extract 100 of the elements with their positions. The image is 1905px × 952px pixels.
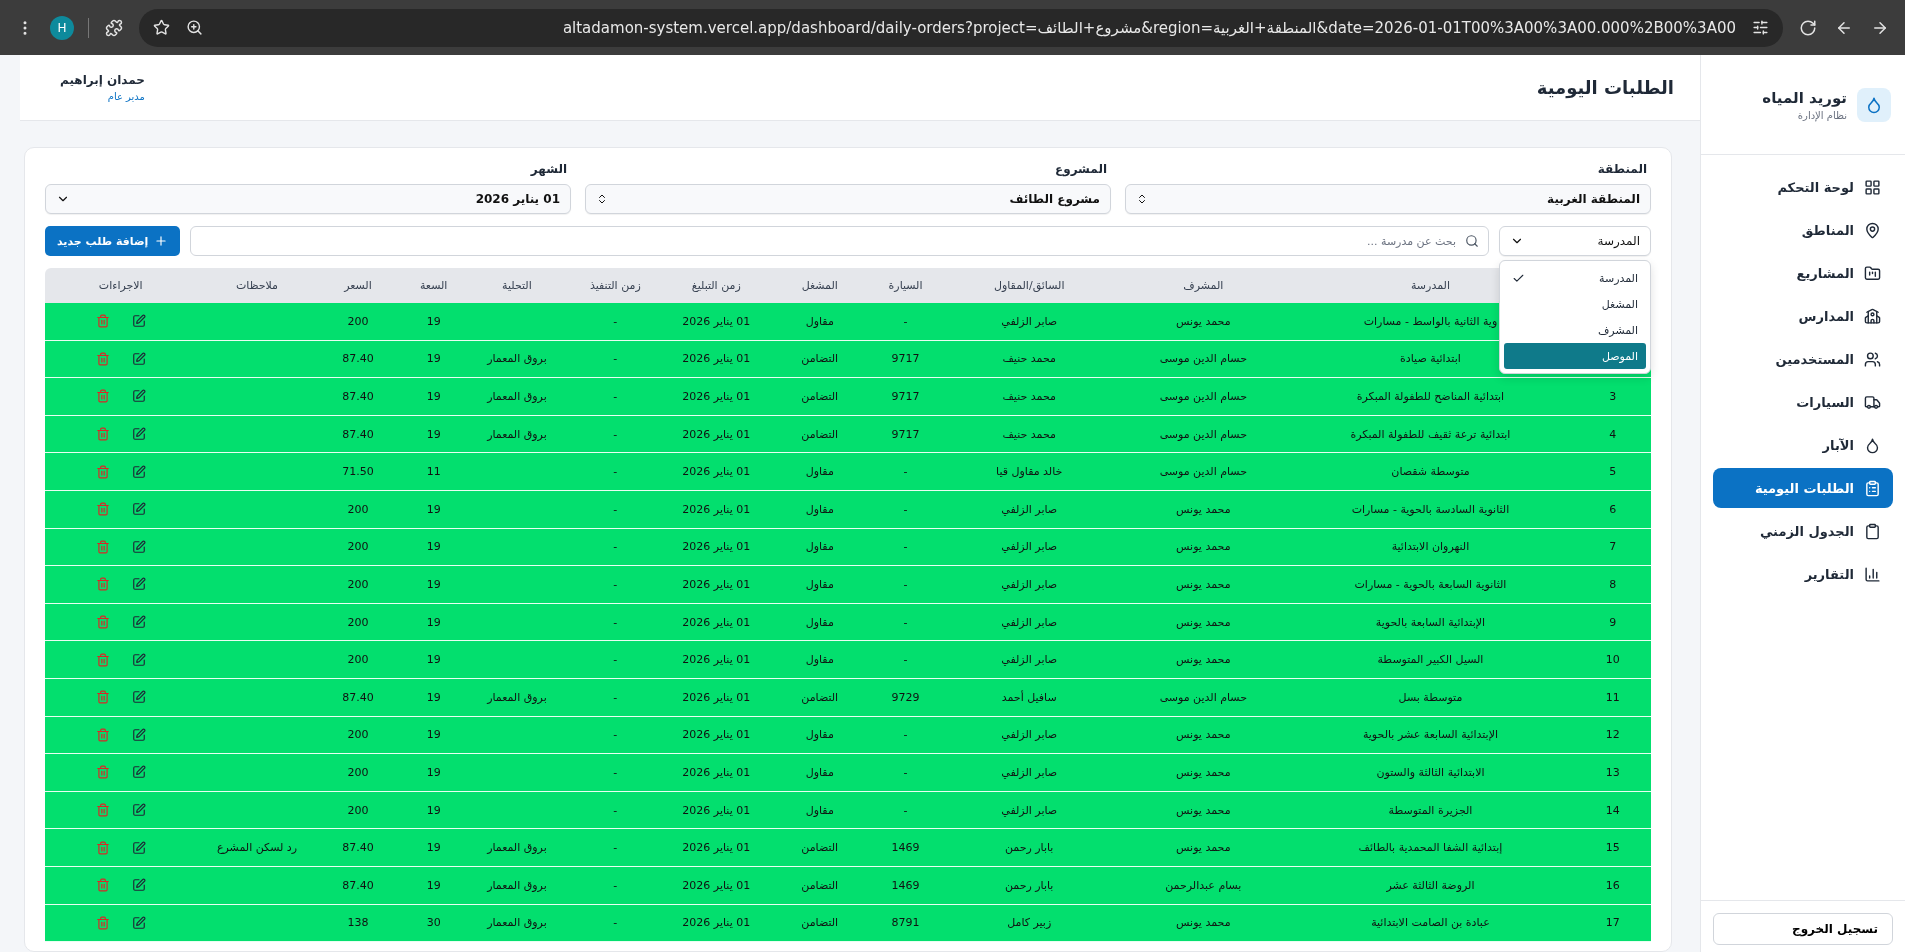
edit-icon[interactable]	[131, 878, 146, 893]
address-bar[interactable]: altadamon-system.vercel.app/dashboard/daily-orders?project=مشروع+الطائف&region=المنطقة+الغربية&date=2026-01-01T00%3A00%3A00.000%2B00%3A00	[139, 8, 1783, 47]
table-cell-text: 19	[425, 427, 442, 441]
table-cell-text: 19	[425, 728, 442, 742]
table-cell-text: مقاول	[804, 540, 835, 554]
add-order-button[interactable]: إضافة طلب جديد	[45, 226, 181, 256]
edit-icon[interactable]	[131, 803, 146, 817]
table-cell-text: 01 يناير 2026	[681, 803, 752, 817]
star-icon[interactable]	[153, 19, 170, 36]
edit-icon[interactable]	[131, 351, 146, 366]
nav-item[interactable]: المدارس	[1713, 296, 1893, 336]
nav-item[interactable]: لوحة التحكم	[1713, 167, 1893, 207]
table-cell-text: بروق المعمار	[485, 427, 548, 441]
table-cell-text: -	[902, 577, 909, 591]
menu-option[interactable]: المشرف	[1504, 317, 1646, 343]
trash-icon[interactable]	[95, 690, 110, 705]
trash-icon[interactable]	[95, 389, 110, 404]
trash-icon[interactable]	[95, 652, 110, 667]
filter-select[interactable]: مشروع الطائف	[585, 184, 1111, 214]
table-cell-text: 01 يناير 2026	[681, 615, 752, 629]
menu-option[interactable]: المدرسة	[1504, 265, 1646, 291]
edit-icon[interactable]	[131, 389, 146, 404]
filter-select[interactable]: المنطقة الغربية	[1125, 184, 1651, 214]
table-cell-text: 30	[425, 916, 442, 930]
table-cell-text: محمد يونس	[1175, 728, 1232, 742]
trash-icon[interactable]	[95, 502, 110, 517]
edit-icon[interactable]	[131, 765, 146, 780]
table-cell-text: مقاول	[804, 653, 835, 667]
trash-icon[interactable]	[95, 878, 110, 893]
nav-item[interactable]: المشاريع	[1713, 253, 1893, 293]
edit-icon[interactable]	[131, 427, 146, 442]
edit-icon[interactable]	[131, 314, 146, 329]
table-cell-text: 200	[346, 765, 370, 779]
search-field[interactable]: بحث عن مدرسة ...	[190, 226, 1489, 256]
edit-icon[interactable]	[131, 577, 146, 592]
logout-button[interactable]: تسجيل الخروج	[1713, 913, 1893, 945]
table-cell-text: 01 يناير 2026	[681, 465, 752, 479]
table-cell-text: -	[902, 803, 909, 817]
table-cell-text: -	[612, 577, 619, 591]
edit-icon[interactable]	[131, 502, 146, 517]
zoom-icon[interactable]	[186, 19, 203, 36]
table-cell-text: 11	[1604, 690, 1621, 704]
trash-icon[interactable]	[95, 539, 110, 554]
table-cell-text: مقاول	[804, 577, 835, 591]
nav-item[interactable]: التقارير	[1713, 554, 1893, 594]
edit-icon[interactable]	[131, 727, 146, 742]
table-cell-text: 8	[1608, 577, 1618, 591]
table-cell-text: -	[612, 878, 619, 892]
edit-icon[interactable]	[131, 840, 146, 855]
table-cell-text: 1469	[890, 841, 921, 855]
table-cell-text: 19	[425, 765, 442, 779]
nav-item[interactable]: الآبار	[1713, 425, 1893, 465]
trash-icon[interactable]	[95, 727, 110, 742]
table-cell-text: 19	[425, 314, 442, 328]
clipboard-list-icon	[1864, 479, 1881, 497]
trash-icon[interactable]	[95, 464, 110, 479]
table-cell-text: التضامن	[800, 390, 840, 403]
edit-icon[interactable]	[131, 539, 146, 554]
table-cell-text: إبتدائية الشفا المحمدية بالطائف	[1357, 841, 1504, 855]
table-cell-text: 9717	[890, 352, 921, 366]
table-cell-text: 19	[425, 615, 442, 629]
table-cell-text: 19	[425, 352, 442, 366]
nav-item[interactable]: الطلبات اليومية	[1713, 468, 1893, 508]
search-mode-select[interactable]: المدرسة	[1499, 226, 1651, 256]
clipboard-icon	[1864, 522, 1881, 540]
column-header: زمن التبليغ	[690, 279, 742, 292]
edit-icon[interactable]	[131, 464, 146, 479]
trash-icon[interactable]	[95, 803, 110, 817]
trash-icon[interactable]	[95, 314, 110, 329]
table-cell-text: محمد يونس	[1175, 916, 1232, 930]
trash-icon[interactable]	[95, 351, 110, 366]
trash-icon[interactable]	[95, 840, 110, 855]
profile-avatar[interactable]: H	[50, 15, 74, 40]
edit-icon[interactable]	[131, 615, 146, 630]
trash-icon[interactable]	[95, 577, 110, 592]
table-cell-text: -	[612, 615, 619, 629]
edit-icon[interactable]	[131, 915, 146, 930]
table-cell-text: صابر الزلفي	[1000, 502, 1059, 516]
table-cell-text: 3	[1608, 390, 1618, 403]
trash-icon[interactable]	[95, 765, 110, 780]
nav-item[interactable]: المناطق	[1713, 210, 1893, 250]
column-header: المدرسة	[1409, 279, 1451, 292]
table-cell-text: 01 يناير 2026	[681, 765, 752, 779]
table-cell-text: خالد مقاول قيا	[995, 465, 1064, 479]
column-header: زمن التنفيذ	[588, 279, 642, 292]
edit-icon[interactable]	[131, 690, 146, 705]
filter-select[interactable]: 01 يناير 2026	[45, 184, 571, 214]
table-cell-text: بروق المعمار	[485, 352, 548, 366]
trash-icon[interactable]	[95, 615, 110, 630]
table-cell-text: 01 يناير 2026	[681, 390, 752, 403]
menu-option[interactable]: الموصل	[1504, 343, 1646, 369]
trash-icon[interactable]	[95, 427, 110, 442]
table-cell-text: 01 يناير 2026	[681, 916, 752, 930]
sliders-icon[interactable]	[1752, 19, 1769, 36]
menu-option[interactable]: المشغل	[1504, 291, 1646, 317]
nav-item[interactable]: السيارات	[1713, 382, 1893, 422]
trash-icon[interactable]	[95, 915, 110, 930]
nav-item[interactable]: المستخدمين	[1713, 339, 1893, 379]
edit-icon[interactable]	[131, 652, 146, 667]
nav-item[interactable]: الجدول الزمني	[1713, 511, 1893, 551]
